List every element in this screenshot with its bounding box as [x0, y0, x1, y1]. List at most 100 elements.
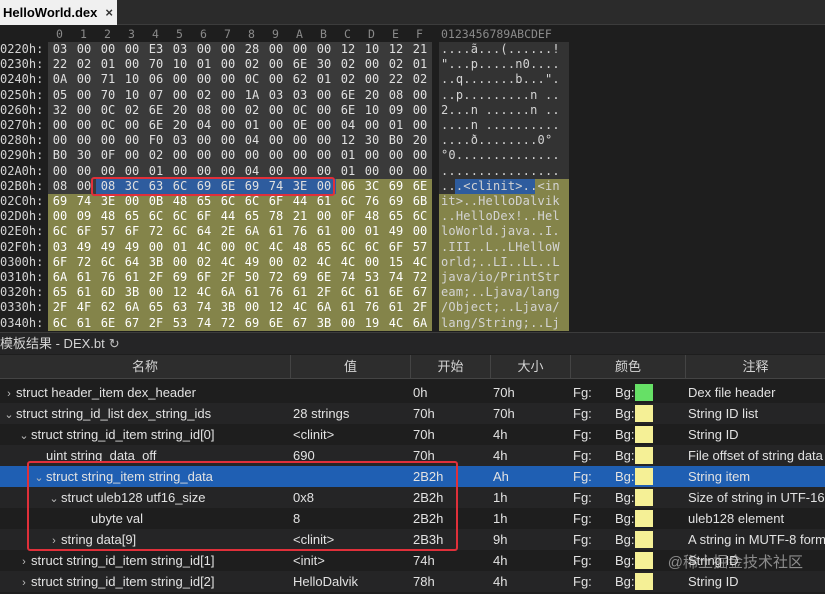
hex-byte[interactable]: 76 [264, 285, 288, 300]
hex-byte[interactable]: 02 [120, 103, 144, 118]
color-swatch[interactable] [635, 531, 653, 548]
hex-byte[interactable]: 61 [72, 270, 96, 285]
hex-byte[interactable]: 00 [48, 118, 72, 133]
hex-byte[interactable]: 00 [168, 88, 192, 103]
color-swatch[interactable] [635, 552, 653, 569]
ascii-text[interactable]: °0.............. [441, 148, 560, 163]
chevron-right-icon[interactable]: › [2, 384, 16, 403]
hex-byte[interactable]: 22 [48, 57, 72, 72]
hex-byte[interactable]: 00 [264, 103, 288, 118]
hex-byte[interactable]: 4C [192, 240, 216, 255]
hex-byte[interactable]: 74 [192, 300, 216, 315]
color-swatch[interactable] [635, 468, 653, 485]
hex-byte[interactable]: 2F [144, 270, 168, 285]
hex-byte[interactable]: 00 [216, 133, 240, 148]
hex-byte[interactable]: 00 [216, 42, 240, 57]
hex-byte[interactable]: 00 [120, 133, 144, 148]
hex-byte[interactable]: 12 [264, 300, 288, 315]
hex-byte[interactable]: 00 [408, 103, 432, 118]
ascii-text[interactable]: orld;..LI..LL..L [441, 255, 560, 270]
hex-byte[interactable]: 6F [264, 194, 288, 209]
chevron-right-icon[interactable]: › [17, 552, 31, 571]
hex-byte[interactable]: 09 [72, 209, 96, 224]
hex-byte[interactable]: 08 [48, 179, 72, 194]
hex-byte[interactable]: 61 [264, 224, 288, 239]
ascii-text[interactable]: .III..L..LHelloW [441, 240, 560, 255]
hex-byte[interactable]: 6D [96, 285, 120, 300]
hex-byte[interactable]: 00 [216, 103, 240, 118]
hex-byte[interactable]: 44 [216, 209, 240, 224]
hex-byte[interactable]: E3 [144, 42, 168, 57]
hex-byte[interactable]: 00 [384, 164, 408, 179]
hex-byte[interactable]: 02 [288, 255, 312, 270]
hex-row[interactable]: 0220h: 03 00 00 00 E3 03 00 00 28 00 00 00 12 10 12 21..… [0, 42, 825, 58]
hex-byte[interactable]: 67 [120, 316, 144, 331]
hex-byte[interactable]: 01 [192, 57, 216, 72]
hex-byte[interactable]: 50 [240, 270, 264, 285]
hex-byte[interactable]: 6C [240, 194, 264, 209]
hex-byte[interactable]: 00 [264, 42, 288, 57]
hex-byte[interactable]: 00 [240, 300, 264, 315]
hex-byte[interactable]: 00 [72, 88, 96, 103]
hex-row[interactable]: 02D0h: 00 09 48 65 6C 6C 6F 44 65 78 21 00 0F 48 65 6C..… [0, 209, 825, 225]
hex-byte[interactable]: 6E [384, 285, 408, 300]
hex-byte[interactable]: 64 [120, 255, 144, 270]
hex-byte[interactable]: 0C [96, 103, 120, 118]
hex-byte[interactable]: F0 [144, 133, 168, 148]
hex-byte[interactable]: 00 [168, 148, 192, 163]
hex-byte[interactable]: 44 [288, 194, 312, 209]
hex-byte[interactable]: 00 [48, 133, 72, 148]
color-swatch[interactable] [635, 426, 653, 443]
hex-byte[interactable]: 76 [288, 224, 312, 239]
hex-byte[interactable]: 61 [120, 270, 144, 285]
hex-byte[interactable]: 6E [336, 88, 360, 103]
hex-row[interactable]: 0280h: 00 00 00 00 F0 03 00 00 04 00 00 00 12 30 B0 20..… [0, 133, 825, 149]
hex-byte[interactable]: 6C [216, 194, 240, 209]
hex-byte[interactable]: 0A [48, 72, 72, 87]
ascii-text[interactable]: java/io/PrintStr [441, 270, 560, 285]
hex-byte[interactable]: 30 [312, 57, 336, 72]
hex-byte[interactable]: 00 [72, 72, 96, 87]
hex-byte[interactable]: 70 [96, 88, 120, 103]
hex-byte[interactable]: 00 [72, 103, 96, 118]
hex-byte[interactable]: 03 [168, 42, 192, 57]
hex-byte[interactable]: 49 [240, 255, 264, 270]
hex-byte[interactable]: 01 [168, 240, 192, 255]
hex-byte[interactable]: 65 [120, 209, 144, 224]
hex-byte[interactable]: 00 [240, 148, 264, 163]
color-swatch[interactable] [635, 510, 653, 527]
hex-byte[interactable]: 00 [96, 133, 120, 148]
hex-byte[interactable]: 00 [312, 133, 336, 148]
hex-row[interactable]: 0230h: 22 02 01 00 70 10 01 00 02 00 6E 30 02 00 02 01 ".… [0, 57, 825, 73]
hex-byte[interactable]: 2F [312, 285, 336, 300]
hex-row[interactable]: 0290h: B0 30 0F 00 02 00 00 00 00 00 00 00 01 00 00 00 °0… [0, 148, 825, 164]
hex-byte[interactable]: 74 [336, 270, 360, 285]
ascii-text[interactable]: 2...n ......n .. [441, 103, 560, 118]
hex-byte[interactable]: 2F [216, 270, 240, 285]
hex-byte[interactable]: 02 [336, 72, 360, 87]
column-header-color[interactable]: 颜色 [571, 355, 686, 379]
hex-byte[interactable]: 04 [240, 133, 264, 148]
hex-byte[interactable]: 00 [48, 209, 72, 224]
hex-byte[interactable]: 19 [360, 316, 384, 331]
hex-byte[interactable]: 1A [240, 88, 264, 103]
hex-byte[interactable]: 00 [408, 164, 432, 179]
hex-byte[interactable]: 00 [96, 42, 120, 57]
hex-byte[interactable]: 00 [216, 57, 240, 72]
hex-byte[interactable]: 49 [72, 240, 96, 255]
hex-byte[interactable]: 00 [408, 88, 432, 103]
hex-byte[interactable]: 6E [264, 316, 288, 331]
hex-byte[interactable]: 6C [336, 240, 360, 255]
hex-byte[interactable]: 61 [312, 194, 336, 209]
ascii-text[interactable]: eam;..Ljava/lang [441, 285, 560, 300]
hex-byte[interactable]: 2E [216, 224, 240, 239]
hex-byte[interactable]: 00 [120, 42, 144, 57]
hex-byte[interactable]: 4C [288, 300, 312, 315]
hex-byte[interactable]: 01 [384, 118, 408, 133]
hex-byte[interactable]: 10 [360, 42, 384, 57]
hex-byte[interactable]: 0C [96, 118, 120, 133]
hex-byte[interactable]: 12 [384, 42, 408, 57]
hex-byte[interactable]: 12 [336, 133, 360, 148]
chevron-down-icon[interactable]: ⌄ [2, 405, 16, 424]
hex-byte[interactable]: 67 [408, 285, 432, 300]
